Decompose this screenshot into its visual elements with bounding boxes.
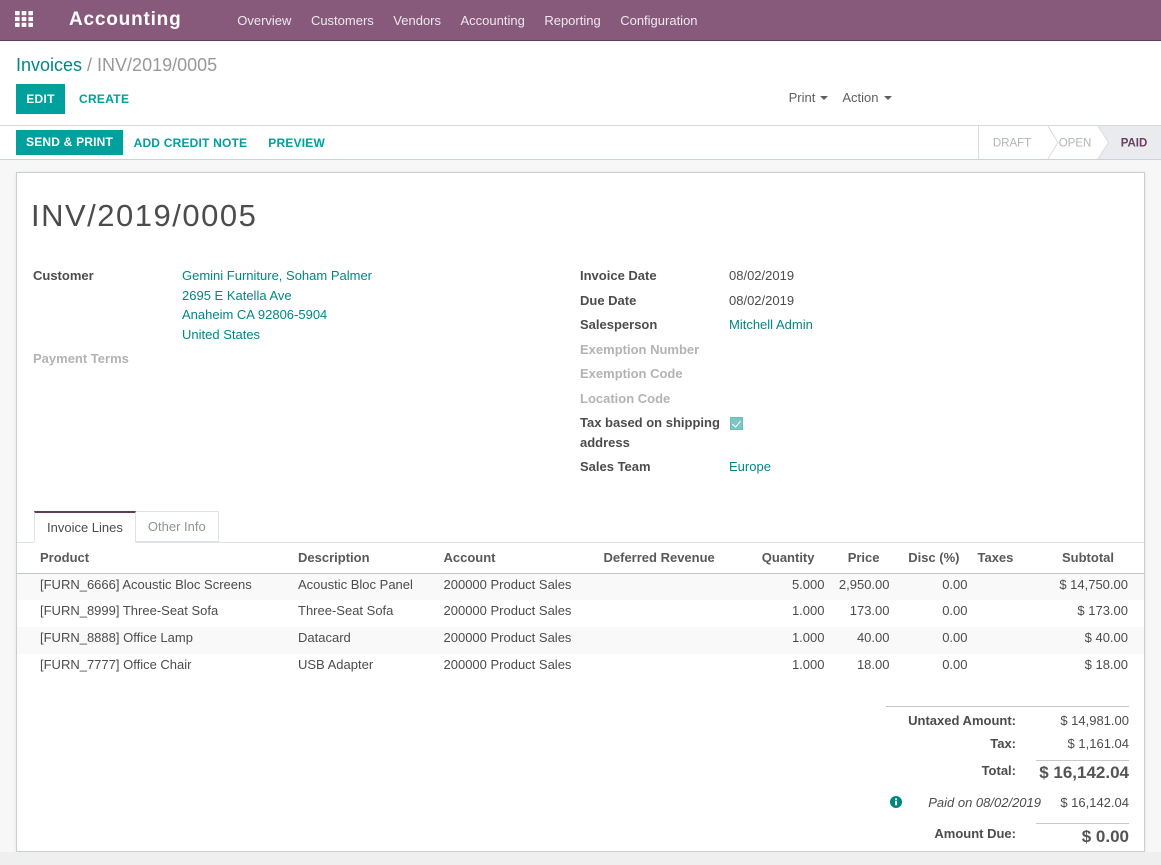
svg-text:OPEN: OPEN [1059, 138, 1092, 150]
svg-text:DRAFT: DRAFT [993, 138, 1031, 150]
svg-text:PAID: PAID [1121, 138, 1148, 150]
